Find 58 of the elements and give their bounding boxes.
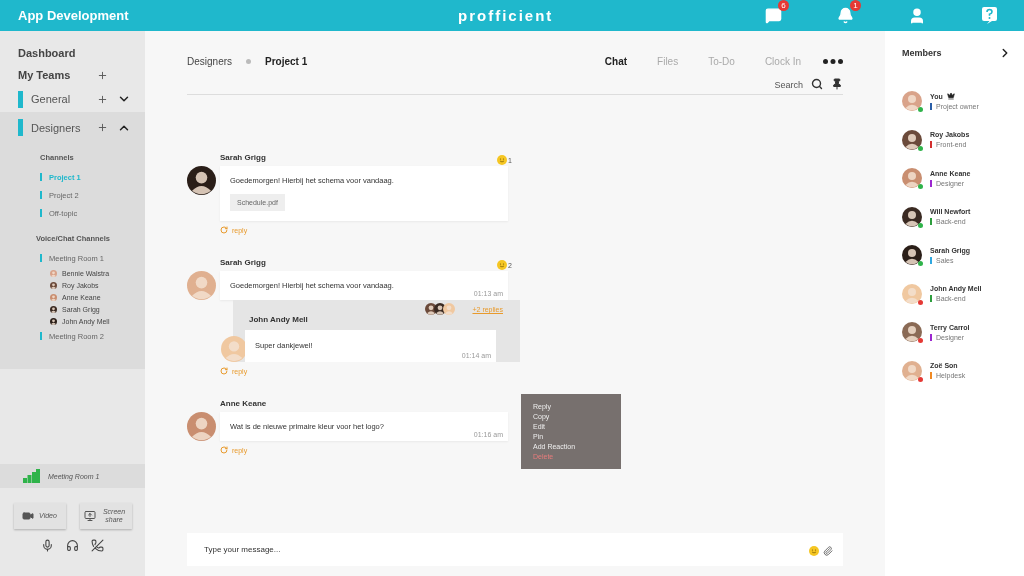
reply-icon xyxy=(220,226,228,234)
search-label[interactable]: Search xyxy=(774,80,803,90)
message-input[interactable]: Type your message... xyxy=(187,533,843,566)
microphone-icon[interactable] xyxy=(41,539,54,552)
avatar xyxy=(187,166,216,195)
avatar xyxy=(902,129,922,150)
message-author: John Andy Mell xyxy=(249,315,308,324)
tab[interactable]: Chat xyxy=(604,56,628,67)
message-author: Anne Keane xyxy=(220,399,267,408)
avatar xyxy=(187,271,216,300)
monitor-icon xyxy=(84,510,96,522)
smiley-icon[interactable] xyxy=(497,155,508,165)
signal-icon xyxy=(23,469,40,483)
search-icon[interactable] xyxy=(811,78,823,90)
breadcrumb-item[interactable]: Project 1 xyxy=(265,56,308,67)
avatar xyxy=(902,283,922,304)
smiley-icon[interactable] xyxy=(809,546,819,556)
avatar xyxy=(902,168,922,189)
hang-up-icon[interactable] xyxy=(91,539,104,552)
headphones-icon[interactable] xyxy=(66,539,79,552)
notification-badge: 6 xyxy=(778,0,789,11)
avatar xyxy=(902,322,922,343)
chat-icon[interactable] xyxy=(764,7,782,24)
team-item[interactable]: General xyxy=(0,86,145,112)
reply-icon xyxy=(220,446,228,454)
plus-icon[interactable] xyxy=(97,122,108,133)
reply-icon xyxy=(220,367,228,375)
team-item-expanded[interactable]: Designers xyxy=(0,112,145,143)
logo: profficient xyxy=(458,7,555,24)
avatar xyxy=(902,245,922,266)
avatar xyxy=(50,317,57,325)
separator-dot xyxy=(246,59,252,64)
message-author: Sarah Grigg xyxy=(220,153,266,162)
breadcrumb-item[interactable]: Designers xyxy=(187,56,233,67)
avatar xyxy=(902,206,922,227)
avatar xyxy=(50,305,57,313)
members-title: Members xyxy=(902,48,942,58)
notification-badge: 1 xyxy=(850,0,861,11)
message-author: Sarah Grigg xyxy=(220,258,266,267)
my-teams-link[interactable]: My Teams xyxy=(18,69,97,81)
avatar xyxy=(50,293,57,301)
paperclip-icon[interactable] xyxy=(823,546,833,556)
avatar xyxy=(902,91,922,112)
avatar xyxy=(443,303,455,315)
workspace-title: App Development xyxy=(18,8,130,23)
avatar xyxy=(221,336,247,362)
smiley-icon[interactable] xyxy=(497,260,508,270)
avatar xyxy=(187,412,216,441)
avatar xyxy=(50,281,57,289)
pin-icon[interactable] xyxy=(831,78,843,90)
plus-icon[interactable] xyxy=(97,69,108,81)
bell-icon[interactable] xyxy=(836,7,854,24)
avatar xyxy=(902,360,922,381)
more-icon[interactable] xyxy=(823,59,843,64)
avatar xyxy=(50,269,57,277)
dashboard-link[interactable]: Dashboard xyxy=(18,42,145,64)
camera-icon xyxy=(22,510,35,522)
plus-icon[interactable] xyxy=(97,93,108,105)
